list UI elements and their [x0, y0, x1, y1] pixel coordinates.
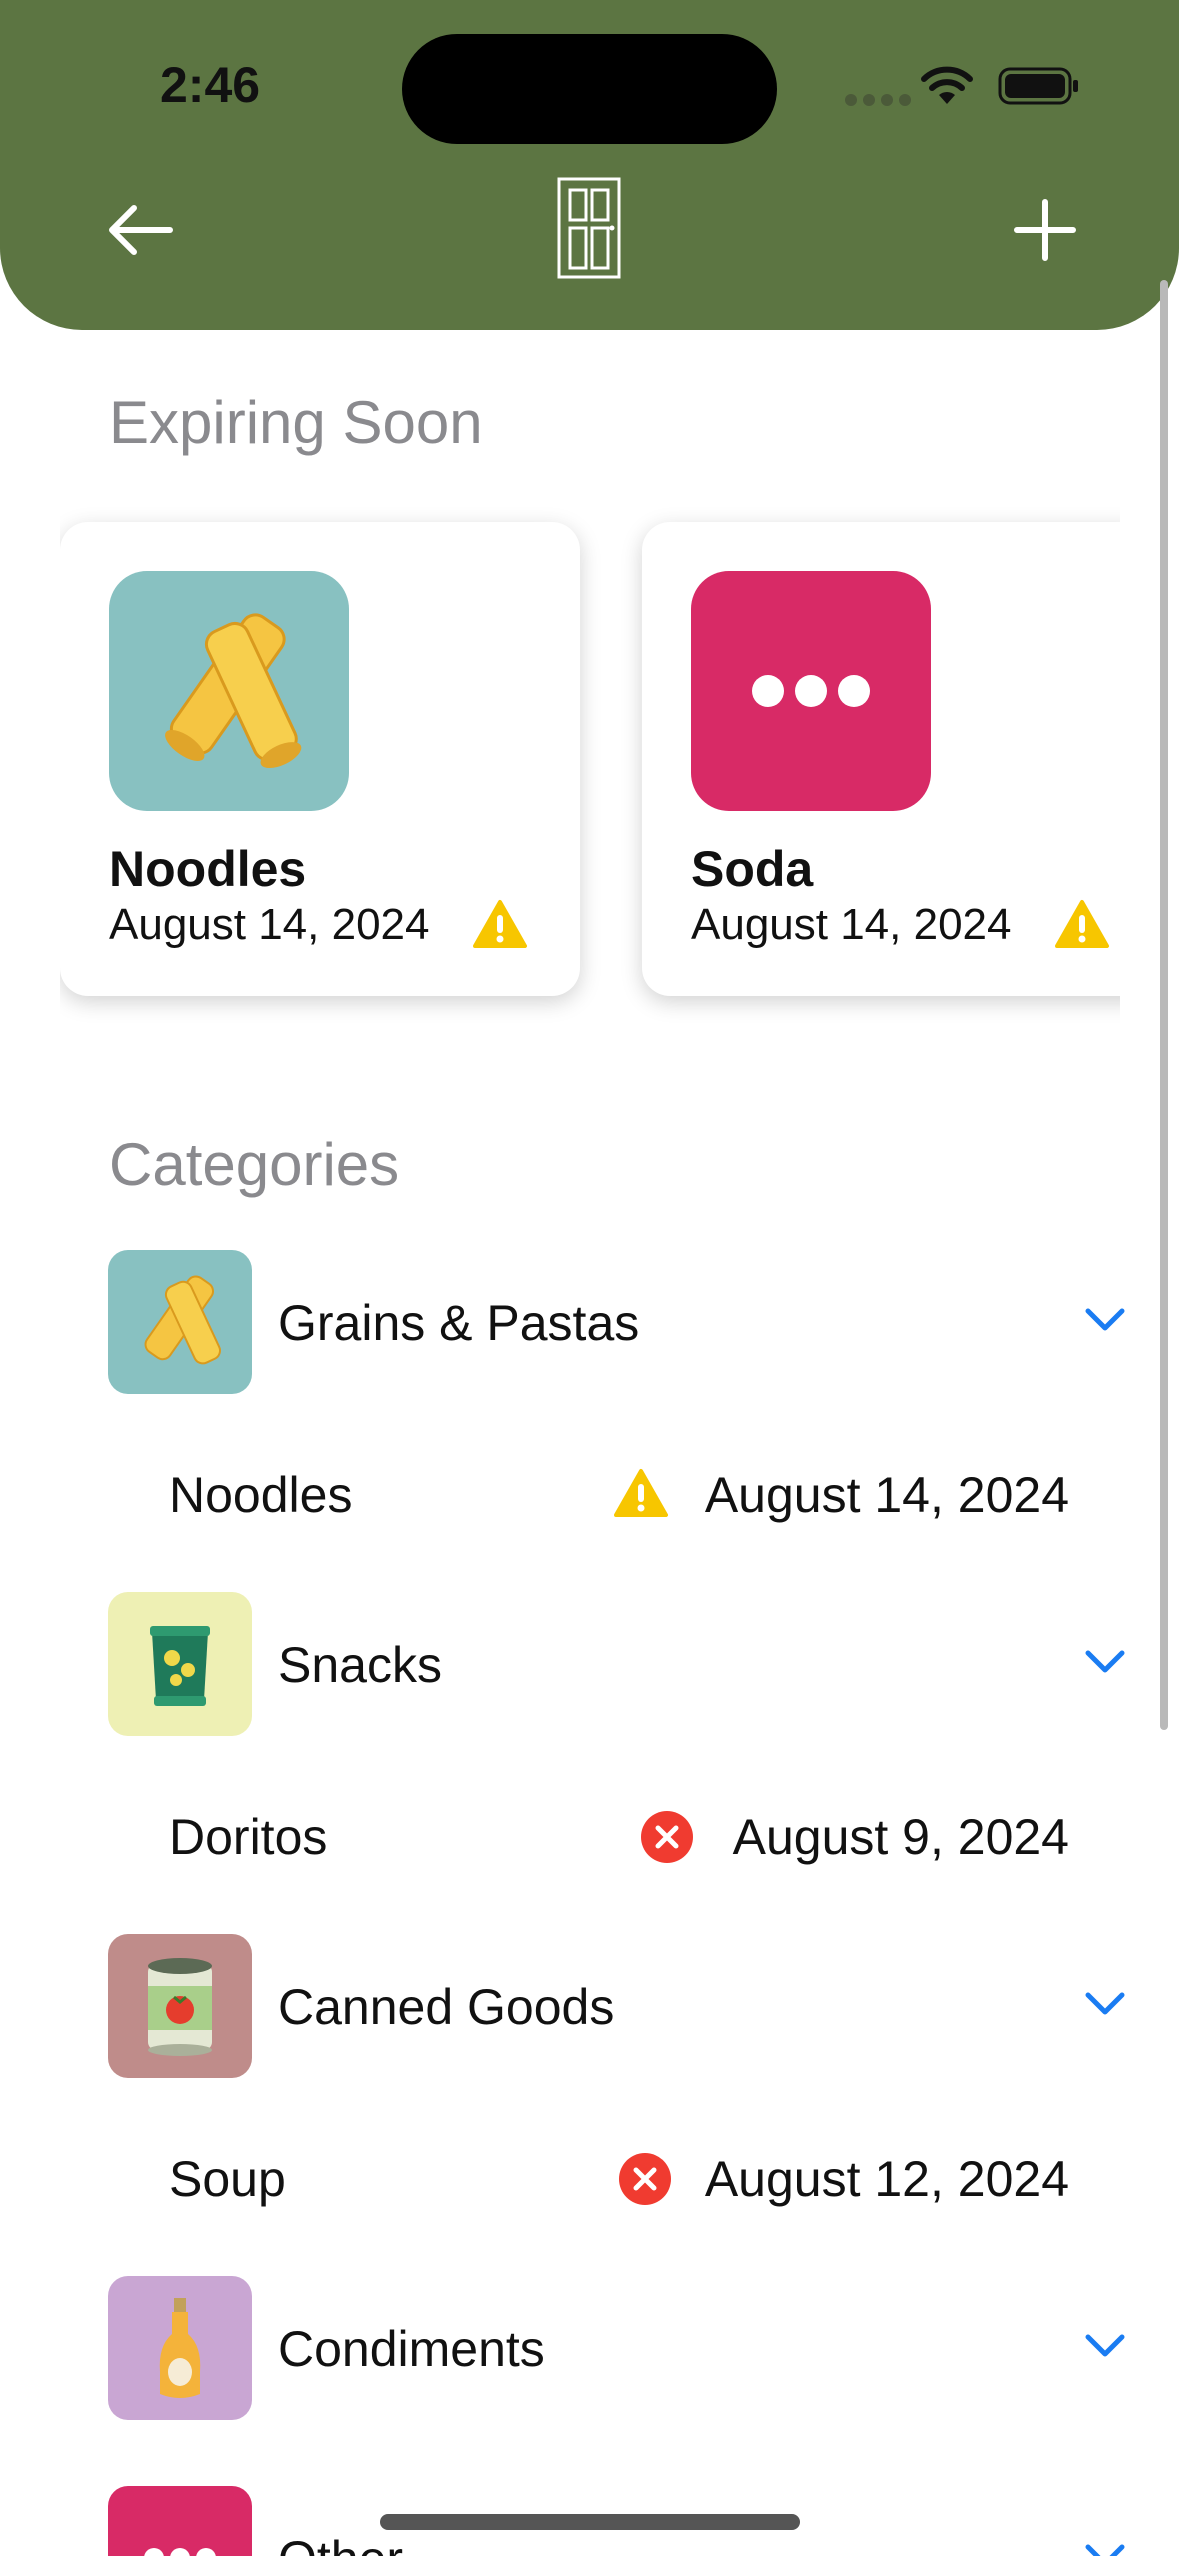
list-item[interactable]: Noodles August 14, 2024 [169, 1456, 1069, 1536]
expired-x-icon [619, 2153, 671, 2205]
category-label: Condiments [278, 2321, 545, 2377]
category-canned-goods[interactable]: Canned Goods [108, 1934, 1128, 2079]
item-name: Noodles [169, 1467, 353, 1523]
category-label: Snacks [278, 1637, 442, 1693]
warning-icon [473, 900, 527, 948]
back-arrow-icon[interactable] [100, 190, 180, 270]
expiring-card-noodles[interactable]: Noodles August 14, 2024 [60, 522, 580, 996]
expiring-soon-title: Expiring Soon [109, 389, 483, 456]
tomato-can-icon [108, 1934, 252, 2078]
item-date: August 12, 2024 [704, 2151, 1069, 2207]
chevron-down-icon[interactable] [1083, 2330, 1127, 2360]
warning-icon [614, 1469, 668, 1517]
list-item[interactable]: Soup August 12, 2024 [169, 2140, 1069, 2220]
sauce-bottle-icon [108, 2276, 252, 2420]
chevron-down-icon[interactable] [1083, 1304, 1127, 1334]
chevron-down-icon[interactable] [1083, 1988, 1127, 2018]
battery-icon [998, 67, 1078, 105]
category-condiments[interactable]: Condiments [108, 2276, 1128, 2421]
card-item-name: Soda [691, 841, 814, 897]
categories-title: Categories [109, 1131, 400, 1198]
category-grains-pastas[interactable]: Grains & Pastas [108, 1250, 1128, 1395]
item-name: Soup [169, 2151, 286, 2207]
category-label: Grains & Pastas [278, 1295, 640, 1351]
chevron-down-icon[interactable] [1083, 1646, 1127, 1676]
card-item-date: August 14, 2024 [691, 900, 1012, 949]
plus-icon[interactable] [1005, 190, 1085, 270]
expired-x-icon [641, 1811, 693, 1863]
list-item[interactable]: Doritos August 9, 2024 [169, 1798, 1069, 1878]
card-item-name: Noodles [109, 841, 307, 897]
item-name: Doritos [169, 1809, 328, 1865]
category-label: Canned Goods [278, 1979, 615, 2035]
category-snacks[interactable]: Snacks [108, 1592, 1128, 1737]
warning-icon [1055, 900, 1109, 948]
card-item-date: August 14, 2024 [109, 900, 430, 949]
more-dots-icon [691, 571, 931, 811]
expiring-carousel[interactable]: Noodles August 14, 2024 Soda August 14, … [60, 500, 1120, 1040]
item-date: August 9, 2024 [732, 1809, 1069, 1865]
wifi-icon [921, 66, 973, 104]
item-date: August 14, 2024 [704, 1467, 1069, 1523]
more-dots-icon [108, 2486, 252, 2556]
pasta-icon [108, 1250, 252, 1394]
pasta-icon [109, 571, 349, 811]
expiring-card-soda[interactable]: Soda August 14, 2024 [642, 522, 1120, 996]
top-app-bar: 2:46 [0, 0, 1179, 330]
home-indicator[interactable] [380, 2514, 800, 2530]
chips-bag-icon [108, 1592, 252, 1736]
scrollbar[interactable] [1160, 280, 1168, 1730]
chevron-down-icon[interactable] [1083, 2540, 1127, 2556]
pantry-door-icon [557, 177, 621, 279]
cellular-signal-icon [845, 94, 911, 106]
category-label: Other [278, 2530, 403, 2556]
status-time: 2:46 [160, 57, 261, 113]
dynamic-island [402, 34, 777, 144]
